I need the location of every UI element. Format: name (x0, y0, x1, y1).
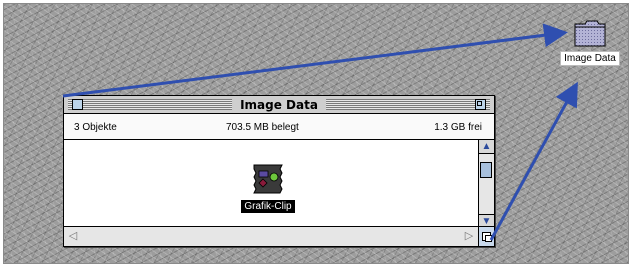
finder-window: Image Data 3 Objekte 703.5 MB belegt 1.3… (63, 95, 495, 247)
scroll-thumb[interactable] (480, 162, 492, 178)
desktop-folder[interactable]: Image Data (551, 18, 629, 66)
scroll-left-arrow-icon[interactable]: ◁ (66, 229, 80, 244)
folder-icon (574, 20, 606, 47)
file-label: Grafik-Clip (241, 200, 295, 213)
desktop-folder-label: Image Data (560, 51, 620, 66)
window-title: Image Data (232, 97, 326, 113)
scroll-up-arrow-icon[interactable]: ▲ (479, 140, 494, 154)
file-item-grafik-clip[interactable]: Grafik-Clip (226, 162, 310, 214)
close-box-button[interactable] (72, 99, 83, 110)
item-count: 3 Objekte (74, 122, 117, 133)
scroll-right-arrow-icon[interactable]: ▷ (462, 229, 476, 244)
vertical-scrollbar[interactable]: ▲ ▼ (478, 140, 494, 228)
disk-free: 1.3 GB frei (434, 122, 482, 133)
title-bar[interactable]: Image Data (64, 96, 494, 114)
zoom-box-button[interactable] (475, 99, 486, 110)
clipping-file-icon (253, 164, 283, 194)
info-bar: 3 Objekte 703.5 MB belegt 1.3 GB frei (64, 114, 494, 140)
resize-grow-box[interactable] (478, 226, 494, 246)
window-content: Grafik-Clip (64, 140, 470, 228)
disk-used: 703.5 MB belegt (226, 122, 299, 133)
horizontal-scrollbar[interactable]: ◁ ▷ (64, 226, 480, 246)
